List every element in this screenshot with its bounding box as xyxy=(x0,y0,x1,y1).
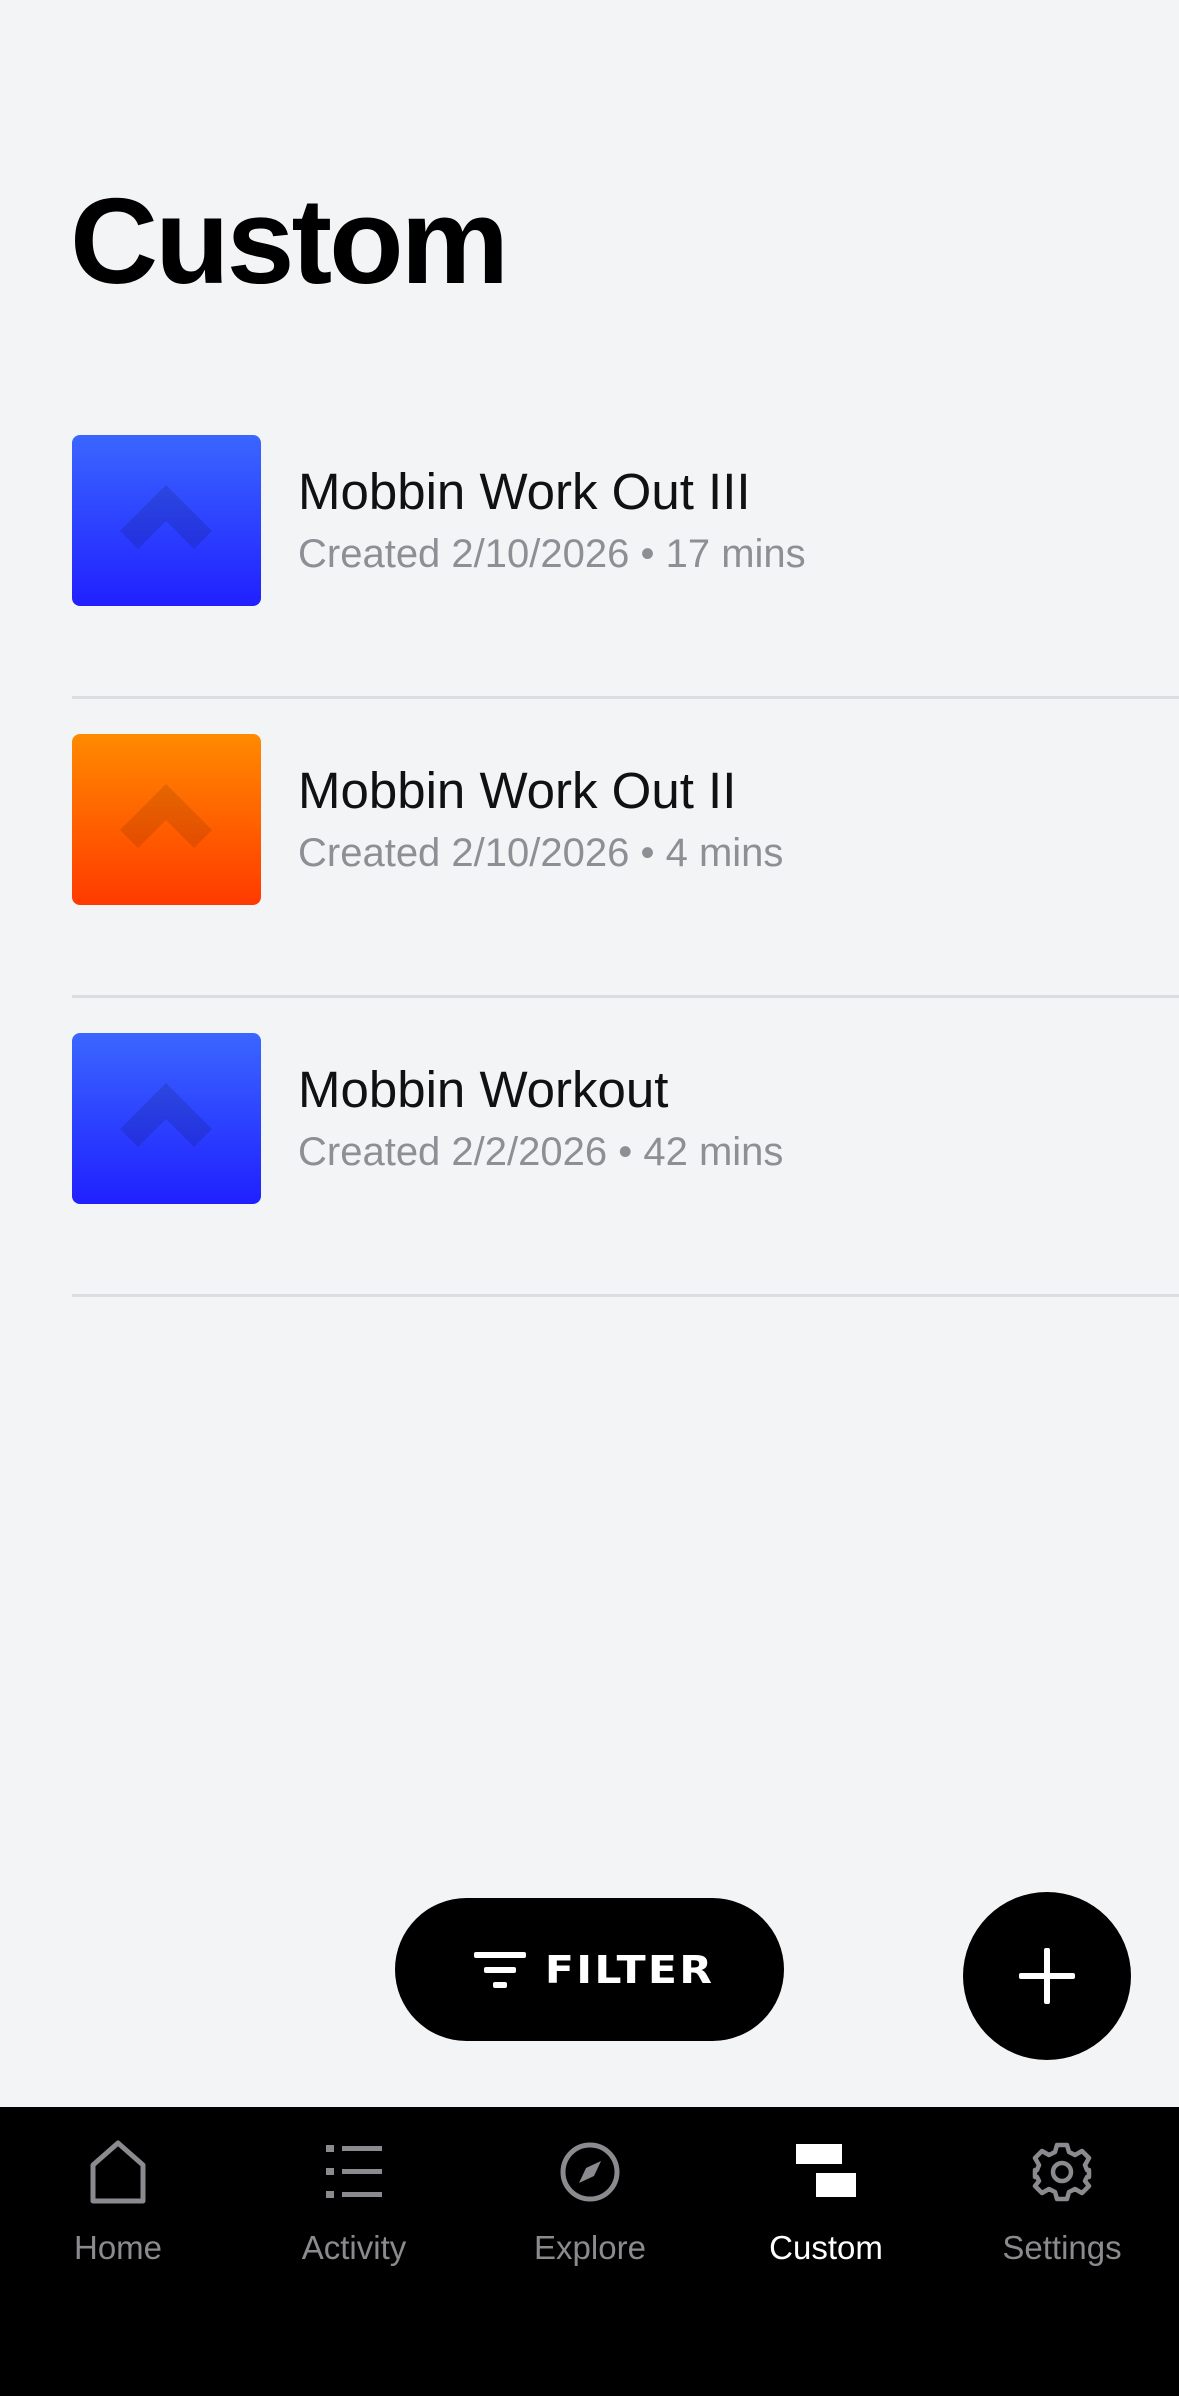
workout-list: Mobbin Work Out III Created 2/10/2026 • … xyxy=(72,400,1179,1297)
tab-bar: Home Activity Explore Custom Settings xyxy=(0,2107,1179,2396)
tab-settings-label: Settings xyxy=(1002,2229,1122,2266)
workout-title: Mobbin Work Out III xyxy=(298,463,751,520)
list-item-workout[interactable]: Mobbin Work Out II Created 2/10/2026 • 4… xyxy=(72,699,1179,998)
tab-explore[interactable]: Explore xyxy=(472,2139,708,2279)
custom-blocks-icon xyxy=(796,2144,856,2197)
tab-settings[interactable]: Settings xyxy=(944,2139,1179,2279)
gear-icon xyxy=(1032,2142,1092,2202)
filter-button[interactable]: FILTER xyxy=(395,1898,784,2041)
tab-home-label: Home xyxy=(73,2229,163,2266)
list-icon xyxy=(326,2145,382,2198)
page-title: Custom xyxy=(70,173,509,309)
add-workout-button[interactable] xyxy=(963,1892,1131,2060)
workout-thumbnail xyxy=(72,435,261,606)
workout-title: Mobbin Work Out II xyxy=(298,762,737,819)
list-item-workout[interactable]: Mobbin Workout Created 2/2/2026 • 42 min… xyxy=(72,998,1179,1297)
workout-thumbnail xyxy=(72,734,261,905)
workout-subtitle: Created 2/2/2026 • 42 mins xyxy=(298,1130,784,1174)
workout-subtitle: Created 2/10/2026 • 17 mins xyxy=(298,532,806,576)
filter-lines-icon xyxy=(473,1951,526,1988)
tab-custom[interactable]: Custom xyxy=(708,2139,944,2279)
home-icon xyxy=(90,2140,146,2204)
tab-activity-label: Activity xyxy=(301,2229,407,2266)
workout-title: Mobbin Workout xyxy=(298,1061,669,1118)
filter-label: FILTER xyxy=(544,1947,715,1992)
tab-home[interactable]: Home xyxy=(0,2139,236,2279)
compass-icon xyxy=(560,2142,620,2202)
tab-activity[interactable]: Activity xyxy=(236,2139,472,2279)
plus-icon xyxy=(1019,1948,1075,2004)
workout-thumbnail xyxy=(72,1033,261,1204)
tab-explore-label: Explore xyxy=(534,2229,646,2266)
tab-custom-label: Custom xyxy=(769,2229,883,2266)
list-item-workout[interactable]: Mobbin Work Out III Created 2/10/2026 • … xyxy=(72,400,1179,699)
workout-subtitle: Created 2/10/2026 • 4 mins xyxy=(298,831,784,875)
